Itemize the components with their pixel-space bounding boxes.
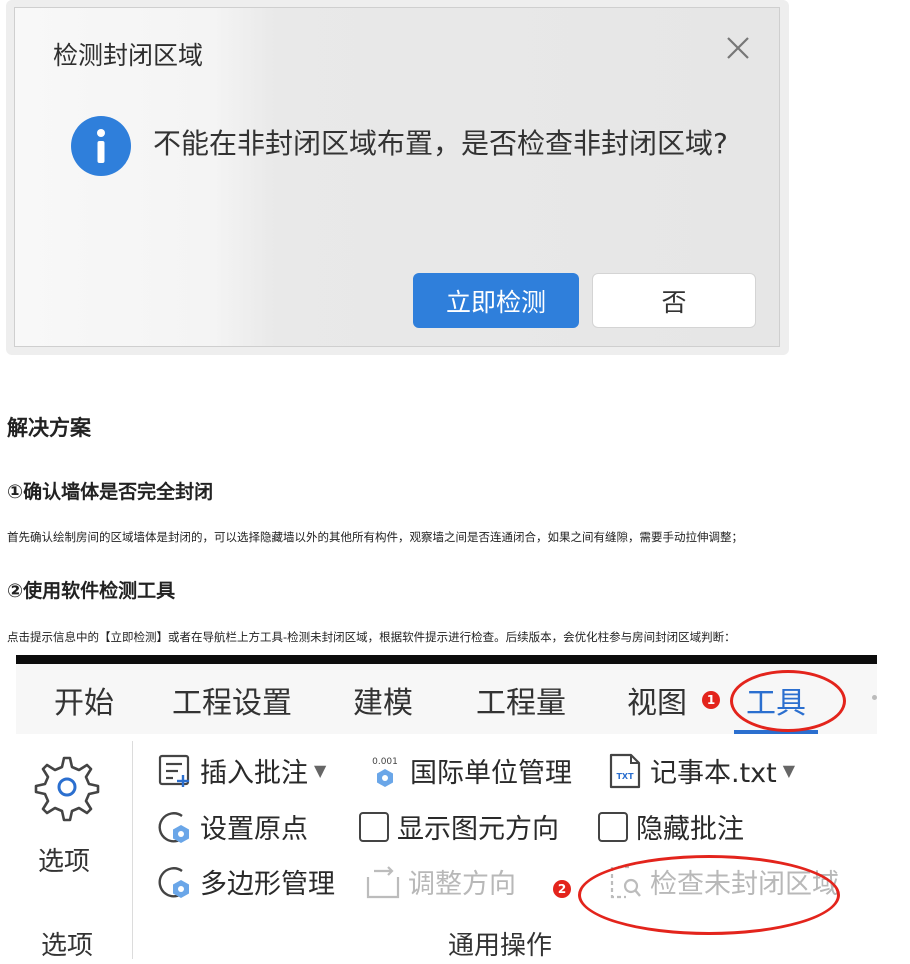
gear-icon[interactable] [32, 752, 102, 822]
step2-title: ②使用软件检测工具 [7, 580, 176, 602]
polygon-management-icon [158, 866, 189, 898]
annotation-badge-2: 2 [553, 880, 571, 898]
adjust-direction-icon [366, 865, 400, 898]
svg-text:0.001: 0.001 [372, 757, 398, 767]
detect-now-button[interactable]: 立即检测 [413, 273, 579, 328]
tab-view[interactable]: 视图 [627, 678, 687, 722]
insert-note-button[interactable]: 插入批注 ▼ [156, 751, 326, 790]
insert-note-icon [158, 754, 190, 787]
window-top-bar [16, 655, 877, 664]
checkbox-icon [598, 811, 628, 842]
options-button-label[interactable]: 选项 [38, 841, 90, 878]
dialog-title: 检测封闭区域 [53, 41, 204, 70]
options-group-label: 选项 [41, 931, 94, 961]
solution-heading: 解决方案 [7, 416, 91, 440]
hide-notes-checkbox[interactable]: 隐藏批注 [598, 807, 744, 846]
notepad-button[interactable]: TXT 记事本.txt ▼ [606, 751, 795, 790]
no-button[interactable]: 否 [592, 273, 756, 328]
set-origin-icon [158, 811, 189, 843]
step1-text: 首先确认绘制房间的区域墙体是封闭的，可以选择隐藏墙以外的其他所有构件，观察墙之间… [7, 530, 743, 544]
check-closed-area-dialog: 检测封闭区域 不能在非封闭区域布置，是否检查非封闭区域? 立即检测 否 [14, 7, 780, 347]
notepad-label: 记事本.txt [650, 758, 777, 789]
highlight-circle-tools-tab [730, 670, 846, 732]
polygon-management-label: 多边形管理 [200, 869, 335, 900]
adjust-direction-button[interactable]: 调整方向 [364, 862, 516, 901]
annotation-badge-1: 1 [702, 691, 720, 709]
tab-quantity[interactable]: 工程量 [476, 678, 566, 722]
show-direction-checkbox[interactable]: 显示图元方向 [359, 807, 559, 846]
ribbon-toolbar: 开始 工程设置 建模 工程量 视图 工具 1 选项 选项 插入批注 ▼ 0.00… [16, 655, 877, 964]
unit-management-button[interactable]: 0.001 国际单位管理 [366, 751, 572, 790]
group-separator [132, 741, 133, 959]
tab-project-settings[interactable]: 工程设置 [172, 678, 292, 722]
insert-note-label: 插入批注 [200, 758, 308, 789]
set-origin-label: 设置原点 [200, 814, 308, 845]
general-operations-group-label: 通用操作 [448, 931, 553, 961]
dialog-message: 不能在非封闭区域布置，是否检查非封闭区域? [153, 127, 728, 160]
unit-management-icon: 0.001 [372, 757, 398, 787]
chevron-down-icon: ▼ [782, 761, 796, 780]
step1-title: ①确认墙体是否完全封闭 [7, 481, 214, 503]
polygon-management-button[interactable]: 多边形管理 [156, 862, 335, 901]
close-icon[interactable] [722, 32, 754, 64]
chevron-down-icon: ▼ [314, 761, 327, 780]
more-tabs-indicator [872, 695, 877, 700]
info-icon [71, 116, 131, 176]
checkbox-icon [359, 811, 389, 842]
hide-notes-label: 隐藏批注 [636, 814, 744, 845]
txt-file-icon: TXT [609, 753, 641, 788]
unit-management-label: 国际单位管理 [410, 758, 572, 789]
set-origin-button[interactable]: 设置原点 [156, 807, 308, 846]
highlight-circle-check-unclosed [578, 855, 840, 935]
tab-start[interactable]: 开始 [54, 678, 114, 722]
step2-text: 点击提示信息中的【立即检测】或者在导航栏上方工具-检测未封闭区域，根据软件提示进… [7, 630, 736, 644]
svg-text:TXT: TXT [616, 772, 634, 781]
adjust-direction-label: 调整方向 [408, 869, 516, 900]
show-direction-label: 显示图元方向 [397, 814, 559, 845]
tab-modeling[interactable]: 建模 [353, 678, 413, 722]
